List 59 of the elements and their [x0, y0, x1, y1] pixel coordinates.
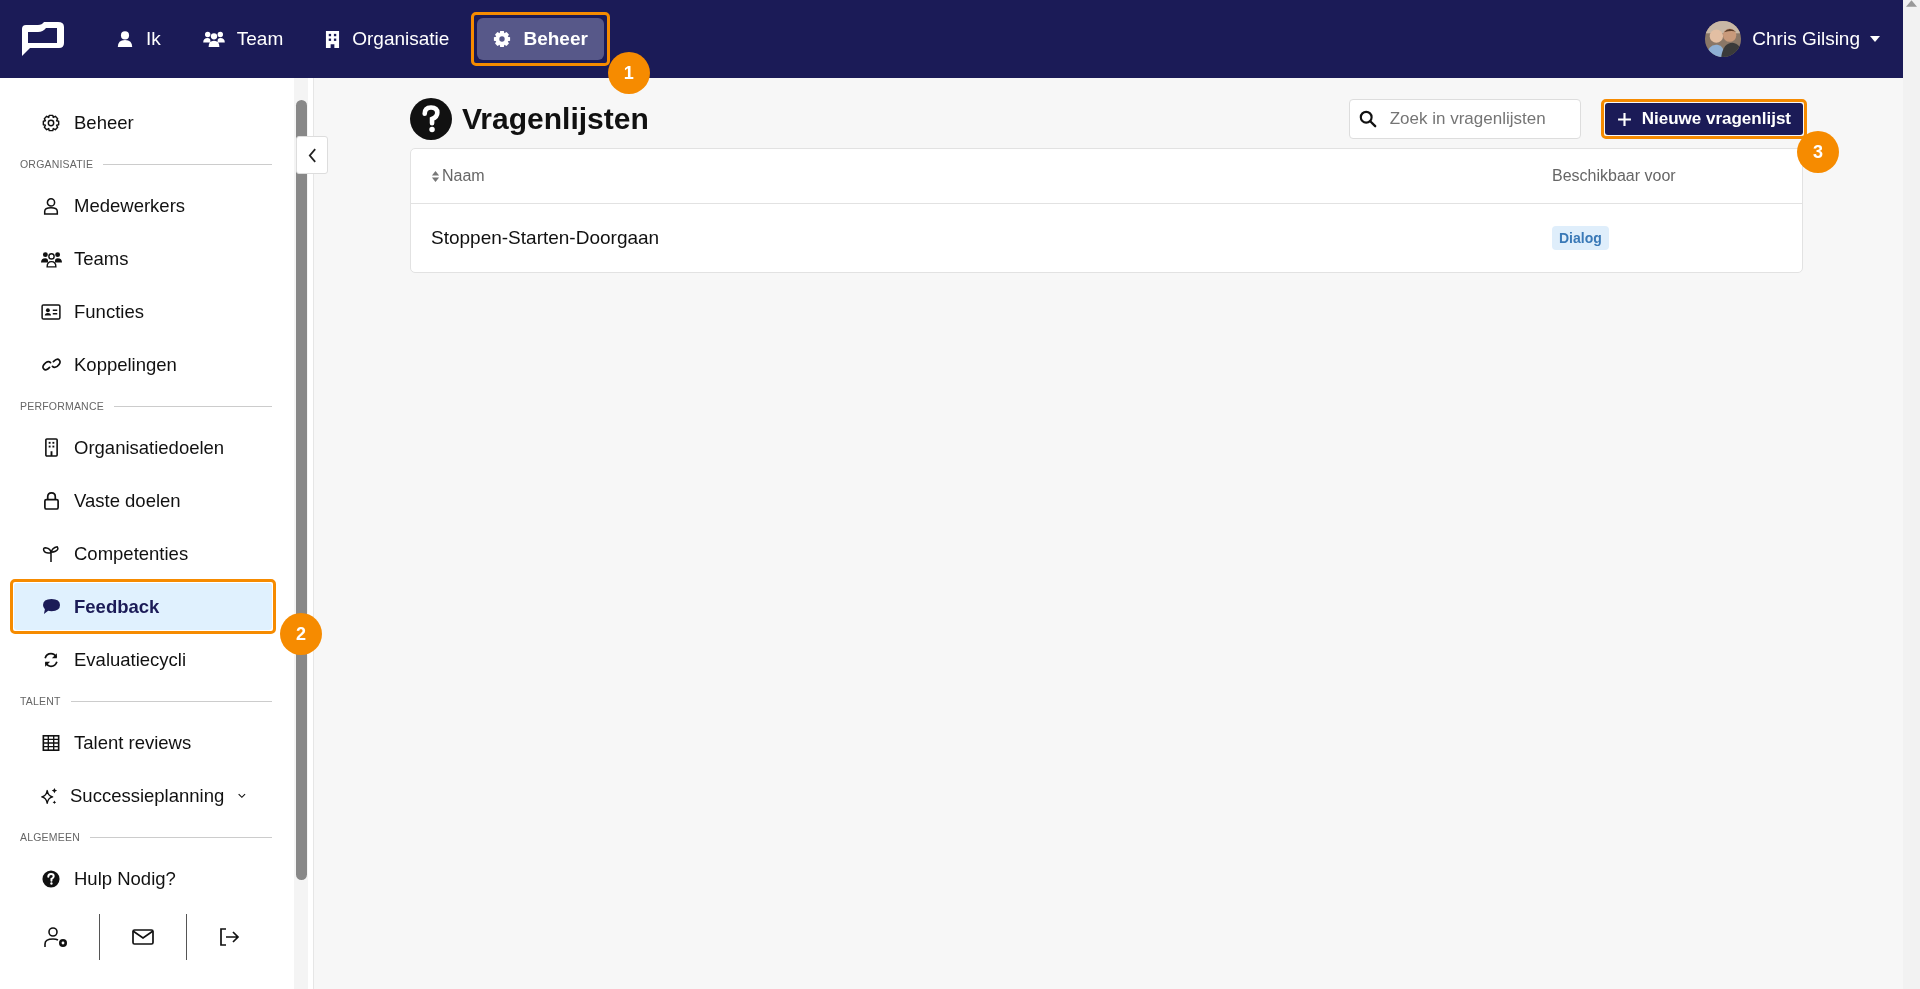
- sidebar-item[interactable]: Koppelingen: [14, 341, 272, 388]
- column-header: Beschikbaar voor: [1552, 167, 1677, 185]
- help-icon: [42, 869, 60, 888]
- caret-icon: [1870, 36, 1880, 42]
- id-card-icon: [41, 303, 61, 320]
- nav-tab[interactable]: Organisatie: [311, 18, 464, 60]
- nav-tab[interactable]: Team: [188, 18, 298, 60]
- sidebar-item[interactable]: Vaste doelen: [14, 477, 272, 524]
- search-field[interactable]: Zoek in vragenlijsten: [1348, 99, 1581, 139]
- people-icon: [202, 30, 225, 48]
- collapse-button[interactable]: [296, 136, 328, 174]
- sidebar-item[interactable]: Feedback: [14, 583, 272, 630]
- gear-icon: [42, 113, 60, 132]
- building-icon: [325, 29, 341, 49]
- chat-bubble-icon: [41, 598, 61, 615]
- sprout-icon: [42, 544, 60, 563]
- section-label: ORGANISATIE: [20, 158, 94, 170]
- sidebar-item[interactable]: Hulp Nodig?: [14, 855, 272, 902]
- sidebar-item[interactable]: Organisatiedoelen: [14, 424, 272, 471]
- sidebar-item[interactable]: Teams: [14, 235, 272, 282]
- help-icon: [410, 98, 452, 140]
- chevron-left-icon: [307, 147, 317, 163]
- person-icon: [42, 196, 60, 215]
- scrollbar[interactable]: [294, 78, 308, 989]
- plus-icon: [1616, 111, 1632, 127]
- refresh-icon: [42, 650, 60, 669]
- user-gear-icon: [43, 926, 70, 948]
- link-icon: [40, 356, 62, 373]
- table-cell-text: Stoppen-Starten-Doorgaan: [431, 227, 661, 249]
- gear-icon: [493, 30, 512, 48]
- sort-icon: [431, 169, 440, 183]
- envelope-icon: [132, 929, 154, 945]
- sidebar-item[interactable]: Medewerkers: [14, 182, 272, 229]
- user-menu[interactable]: Chris Gilsing: [1704, 20, 1880, 58]
- sidebar-item[interactable]: Talent reviews: [14, 719, 272, 766]
- sidebar-item[interactable]: Competenties: [14, 530, 272, 577]
- sidebar-item[interactable]: Successieplanning: [14, 772, 272, 819]
- sparkle-icon: [40, 786, 58, 805]
- building-icon: [43, 438, 59, 457]
- sidebar-item[interactable]: Beheer: [14, 99, 272, 146]
- page-title: Vragenlijsten: [462, 102, 649, 136]
- sidebar-item[interactable]: Functies: [14, 288, 272, 335]
- nav-tab[interactable]: Beheer: [477, 18, 604, 60]
- people-icon: [40, 249, 62, 268]
- person-icon: [116, 30, 134, 48]
- scroll-up-icon: [1906, 0, 1917, 7]
- section-label: TALENT: [20, 695, 61, 707]
- column-header[interactable]: Naam: [431, 167, 1552, 185]
- sidebar-item[interactable]: Evaluatiecycli: [14, 636, 272, 683]
- new-questionnaire-button[interactable]: Nieuwe vragenlijst: [1604, 103, 1803, 135]
- grid-icon: [42, 733, 60, 752]
- step-badge: 3: [1797, 131, 1839, 173]
- section-label: ALGEMEEN: [20, 831, 80, 843]
- section-label: PERFORMANCE: [20, 400, 104, 412]
- step-badge: 2: [280, 613, 322, 655]
- logout-icon: [218, 927, 241, 947]
- tag: Dialog: [1552, 226, 1609, 250]
- lock-icon: [42, 491, 60, 510]
- nav-tab[interactable]: Ik: [102, 18, 175, 60]
